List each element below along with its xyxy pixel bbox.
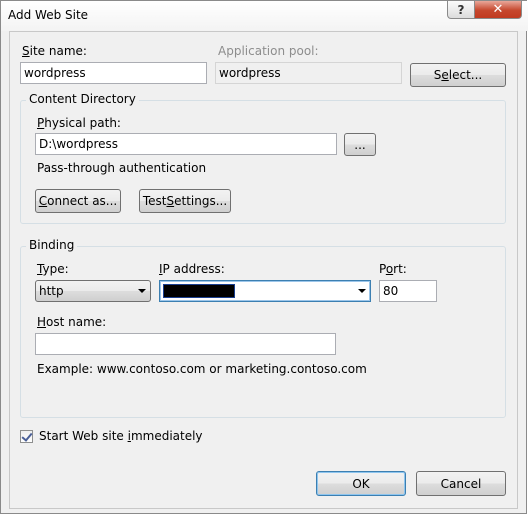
- ip-address-dropdown[interactable]: [159, 280, 371, 302]
- ip-address-label: IP address:: [159, 262, 225, 276]
- start-immediately-checkbox[interactable]: [20, 430, 33, 443]
- site-name-label: Site name:: [22, 44, 87, 58]
- type-dropdown[interactable]: http: [35, 280, 151, 302]
- host-name-label: Host name:: [37, 315, 107, 329]
- ok-button[interactable]: OK: [316, 471, 406, 496]
- host-name-example: Example: www.contoso.com or marketing.co…: [37, 362, 367, 376]
- checkmark-icon: [21, 430, 33, 442]
- add-web-site-dialog: Add Web Site ? ✕ Site name: wordpress Ap…: [0, 0, 528, 514]
- physical-path-label: Physical path:: [37, 116, 121, 130]
- help-icon: ?: [457, 2, 465, 17]
- dialog-body: Site name: wordpress Application pool: w…: [9, 31, 518, 509]
- close-icon: ✕: [492, 2, 504, 17]
- port-input[interactable]: 80: [379, 280, 437, 302]
- select-pool-button[interactable]: Se lect...: [410, 63, 506, 87]
- binding-title: Binding: [26, 238, 78, 252]
- application-pool-label: Application pool:: [218, 44, 319, 58]
- site-name-input[interactable]: wordpress: [20, 62, 207, 84]
- pass-through-auth-label: Pass-through authentication: [37, 161, 207, 175]
- binding-group: [20, 246, 506, 418]
- physical-path-input[interactable]: D:\wordpress: [35, 133, 337, 155]
- chevron-down-icon: [138, 289, 146, 293]
- close-button[interactable]: ✕: [474, 1, 522, 19]
- title-bar[interactable]: Add Web Site ? ✕: [1, 1, 528, 31]
- chevron-down-icon: [358, 289, 366, 293]
- type-label: Type:: [37, 262, 69, 276]
- start-immediately-label[interactable]: Start Web site immediately: [39, 429, 203, 443]
- test-settings-button[interactable]: Test Settings...: [139, 189, 231, 213]
- browse-path-button[interactable]: ...: [344, 133, 376, 156]
- content-directory-title: Content Directory: [26, 92, 139, 106]
- port-label: Port:: [379, 262, 407, 276]
- application-pool-field: wordpress: [215, 62, 402, 84]
- help-button[interactable]: ?: [447, 1, 475, 19]
- cancel-button[interactable]: Cancel: [416, 471, 506, 496]
- connect-as-button[interactable]: Connect as...: [35, 189, 121, 213]
- host-name-input[interactable]: [35, 333, 336, 355]
- window-title: Add Web Site: [8, 8, 89, 22]
- redacted-ip-address: [163, 284, 235, 298]
